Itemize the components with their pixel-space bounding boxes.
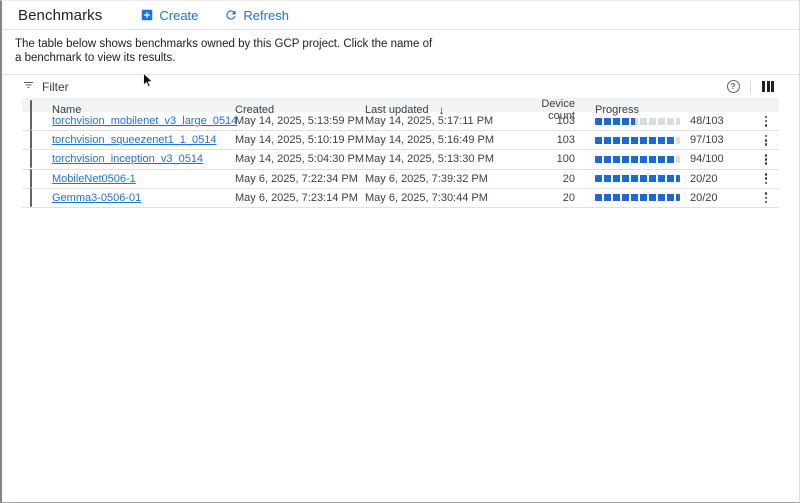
progress-label: 94/100 — [690, 153, 724, 165]
progress-bar — [595, 194, 680, 201]
help-button[interactable]: ? — [722, 78, 744, 96]
progress-label: 20/20 — [690, 192, 718, 204]
last-updated-cell: May 14, 2025, 5:16:49 PM — [365, 134, 532, 146]
description-line-1: The table below shows benchmarks owned b… — [15, 38, 783, 52]
filter-icon — [22, 79, 35, 94]
row-checkbox[interactable] — [30, 111, 32, 130]
kebab-icon — [765, 173, 768, 184]
refresh-button[interactable]: Refresh — [224, 8, 289, 23]
device-count-cell: 100 — [532, 153, 575, 165]
benchmark-link[interactable]: MobileNet0506-1 — [52, 173, 235, 185]
filter-bar-divider — [750, 80, 751, 94]
device-count-cell: 20 — [532, 173, 575, 185]
row-menu-button[interactable] — [753, 170, 779, 188]
table-filter-bar: Filter ? — [2, 74, 799, 98]
progress-label: 97/103 — [690, 134, 724, 146]
benchmark-link[interactable]: torchvision_inception_v3_0514 — [52, 153, 235, 165]
progress-cell: 48/103 — [575, 115, 753, 127]
table-row: MobileNet0506-1 May 6, 2025, 7:22:34 PM … — [22, 170, 779, 189]
benchmark-link[interactable]: torchvision_mobilenet_v3_large_0514 — [52, 115, 235, 127]
benchmark-link[interactable]: torchvision_squeezenet1_1_0514 — [52, 134, 235, 146]
device-count-cell: 20 — [532, 192, 575, 204]
created-cell: May 14, 2025, 5:04:30 PM — [235, 153, 365, 165]
table-row: torchvision_squeezenet1_1_0514 May 14, 2… — [22, 131, 779, 150]
table-row: torchvision_mobilenet_v3_large_0514 May … — [22, 112, 779, 131]
filter-button-label: Filter — [42, 80, 69, 94]
progress-bar — [595, 137, 680, 144]
page-title: Benchmarks — [18, 7, 102, 24]
device-count-cell: 103 — [532, 134, 575, 146]
kebab-icon — [765, 135, 768, 146]
progress-bar — [595, 118, 680, 125]
created-cell: May 6, 2025, 7:23:14 PM — [235, 192, 365, 204]
row-menu-button[interactable] — [753, 150, 779, 168]
row-menu-button[interactable] — [753, 131, 779, 149]
created-cell: May 14, 2025, 5:13:59 PM — [235, 115, 365, 127]
last-updated-cell: May 6, 2025, 7:30:44 PM — [365, 192, 532, 204]
benchmark-link[interactable]: Gemma3-0506-01 — [52, 192, 235, 204]
row-menu-button[interactable] — [753, 112, 779, 130]
benchmarks-table: Name Created Last updated ↓ Device count… — [22, 98, 779, 208]
table-row: Gemma3-0506-01 May 6, 2025, 7:23:14 PM M… — [22, 189, 779, 208]
table-header-row: Name Created Last updated ↓ Device count… — [22, 98, 779, 112]
kebab-icon — [765, 192, 768, 203]
columns-icon — [762, 81, 774, 92]
progress-label: 20/20 — [690, 173, 718, 185]
table-row: torchvision_inception_v3_0514 May 14, 20… — [22, 150, 779, 169]
kebab-icon — [765, 154, 768, 165]
created-cell: May 6, 2025, 7:22:34 PM — [235, 173, 365, 185]
create-button[interactable]: Create — [140, 8, 198, 23]
filter-button[interactable]: Filter — [22, 79, 69, 94]
device-count-cell: 103 — [532, 115, 575, 127]
benchmarks-page: Benchmarks Create Refresh The table belo… — [0, 0, 800, 503]
row-menu-button[interactable] — [753, 189, 779, 207]
row-checkbox[interactable] — [30, 130, 32, 149]
progress-bar — [595, 156, 680, 163]
refresh-button-label: Refresh — [243, 8, 289, 23]
row-checkbox[interactable] — [30, 188, 32, 207]
created-cell: May 14, 2025, 5:10:19 PM — [235, 134, 365, 146]
progress-cell: 97/103 — [575, 134, 753, 146]
progress-bar — [595, 175, 680, 182]
description-area: The table below shows benchmarks owned b… — [2, 30, 799, 74]
progress-cell: 94/100 — [575, 153, 753, 165]
top-toolbar: Benchmarks Create Refresh — [2, 1, 799, 29]
last-updated-cell: May 14, 2025, 5:17:11 PM — [365, 115, 532, 127]
description-line-2: a benchmark to view its results. — [15, 52, 783, 66]
refresh-icon — [224, 8, 238, 22]
last-updated-cell: May 14, 2025, 5:13:30 PM — [365, 153, 532, 165]
progress-cell: 20/20 — [575, 173, 753, 185]
progress-label: 48/103 — [690, 115, 724, 127]
row-checkbox[interactable] — [30, 149, 32, 168]
column-display-button[interactable] — [757, 78, 779, 96]
create-button-label: Create — [159, 8, 198, 23]
last-updated-cell: May 6, 2025, 7:39:32 PM — [365, 173, 532, 185]
add-box-icon — [140, 8, 154, 22]
kebab-icon — [765, 116, 768, 127]
help-icon: ? — [727, 80, 740, 93]
progress-cell: 20/20 — [575, 192, 753, 204]
row-checkbox[interactable] — [30, 169, 32, 188]
